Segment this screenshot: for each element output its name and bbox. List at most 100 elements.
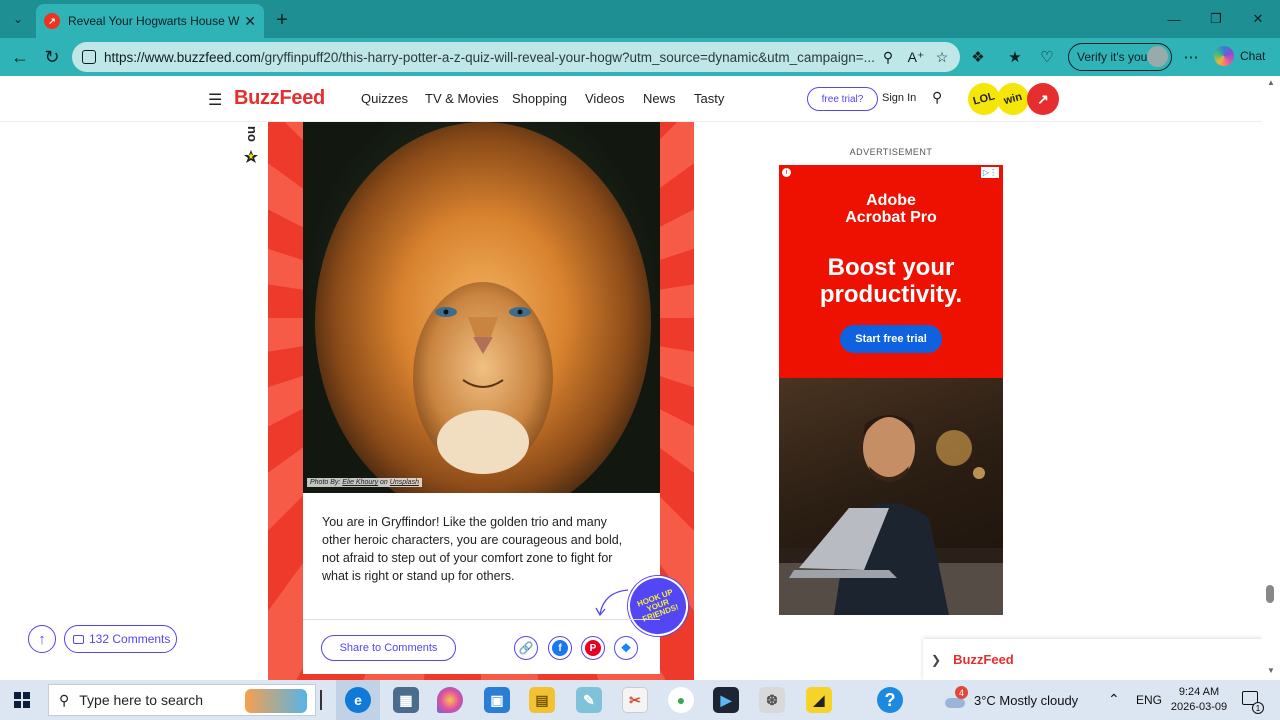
comments-button[interactable]: 132 Comments [64, 625, 177, 653]
ad-info-icon[interactable]: i [782, 168, 791, 177]
new-tab-plus-icon[interactable]: + [270, 8, 294, 32]
weather-text[interactable]: 3°C Mostly cloudy [974, 693, 1078, 708]
favorites-icon[interactable]: ★ [1003, 46, 1027, 68]
nav-quizzes[interactable]: Quizzes [361, 91, 408, 106]
tray-chevron-up-icon[interactable]: ⌃ [1108, 691, 1120, 708]
nav-videos[interactable]: Videos [585, 91, 625, 106]
profile-avatar [1147, 46, 1168, 67]
extensions-icon[interactable]: ❖ [966, 46, 990, 68]
search-placeholder: Type here to search [79, 692, 204, 708]
address-bar[interactable]: https://www.buzzfeed.com/gryffinpuff20/t… [72, 42, 960, 72]
unsplash-link[interactable]: Unsplash [390, 479, 419, 486]
browser-essentials-icon[interactable]: ♡ [1035, 46, 1059, 68]
taskbar-search-box[interactable]: ⚲ Type here to search [48, 684, 316, 716]
snipping-tool-icon[interactable]: ✂ [622, 687, 648, 713]
copilot-icon [1214, 46, 1234, 66]
weather-alert-badge: 4 [955, 686, 968, 699]
taskbar-divider [320, 690, 322, 710]
notification-count-badge: 1 [1252, 702, 1264, 714]
nav-tv-movies[interactable]: TV & Movies [425, 91, 499, 106]
clock-date: 2026-03-09 [1170, 701, 1228, 713]
ad-label: ADVERTISEMENT [849, 147, 933, 157]
tab-actions-chevron-icon[interactable]: ⌄ [6, 8, 30, 30]
adobe-ad[interactable]: i ▷⋮ Adobe Acrobat Pro Boost your producti… [779, 165, 1003, 378]
svg-text:no: no [245, 126, 260, 142]
share-to-comments-button[interactable]: Share to Comments [321, 635, 456, 661]
ad-brand: Adobe Acrobat Pro [845, 192, 937, 226]
zoom-magnifier-icon[interactable]: ⚲ [878, 48, 898, 66]
site-header: ☰ BuzzFeed Quizzes TV & Movies Shopping … [0, 76, 1262, 122]
taskbar-clock[interactable]: 9:24 AM 2026-03-09 [1168, 685, 1230, 715]
bluesky-share-icon[interactable]: ❖ [614, 636, 638, 660]
language-indicator[interactable]: ENG [1136, 693, 1162, 707]
scroll-down-arrow-icon[interactable]: ▼ [1264, 666, 1278, 675]
card-divider [303, 619, 660, 620]
windows-start-icon[interactable] [14, 692, 30, 708]
free-trial-button[interactable]: free trial? [807, 87, 878, 111]
minimize-icon[interactable]: — [1154, 6, 1194, 32]
lion-illustration [315, 122, 651, 493]
nav-tasty[interactable]: Tasty [694, 91, 724, 106]
chat-label: Chat [1240, 49, 1266, 63]
result-description: You are in Gryffindor! Like the golden t… [322, 515, 623, 583]
expand-chevron-icon[interactable]: ❯ [931, 653, 941, 667]
refresh-icon[interactable]: ↻ [38, 45, 66, 69]
nav-news[interactable]: News [643, 91, 676, 106]
site-search-icon[interactable]: ⚲ [932, 89, 942, 106]
nav-shopping[interactable]: Shopping [512, 91, 567, 106]
ad-headline: Boost your productivity. [819, 254, 963, 308]
window-close-icon[interactable]: ✕ [1238, 6, 1278, 32]
footer-buzzfeed-label: BuzzFeed [953, 652, 1014, 667]
hookup-arrow-icon [595, 589, 629, 617]
scroll-up-arrow-icon[interactable]: ▲ [1264, 78, 1278, 87]
adchoices-icon[interactable]: ▷⋮ [981, 167, 999, 178]
verify-label: Verify it's you [1077, 50, 1148, 64]
ad-photo-man-laptop[interactable] [779, 378, 1003, 615]
scroll-to-top-icon[interactable]: ↑ [28, 625, 56, 653]
notepad-app-icon[interactable]: ✎ [576, 687, 602, 713]
maximize-icon[interactable]: ❐ [1196, 6, 1236, 32]
calculator-icon[interactable]: ▦ [393, 687, 419, 713]
comment-icon [73, 634, 84, 644]
side-decoration: no [244, 126, 260, 163]
more-options-icon[interactable]: ⋯ [1179, 46, 1203, 68]
buzzfeed-footer-bar[interactable]: ❯ BuzzFeed [923, 639, 1262, 680]
help-question-icon[interactable]: ? [877, 687, 903, 713]
url-text[interactable]: https://www.buzzfeed.com/gryffinpuff20/t… [104, 50, 884, 65]
site-info-icon[interactable] [82, 50, 96, 64]
ad-photo-illustration [779, 415, 1003, 615]
copilot-chat-button[interactable]: Chat [1214, 46, 1265, 66]
active-tab[interactable]: ↗ Reveal Your Hogwarts House With ✕ [36, 4, 264, 38]
photo-credit: Photo By: Elie Khoury on Unsplash [307, 478, 422, 487]
back-arrow-icon[interactable]: ← [6, 45, 34, 69]
windows-taskbar: ⚲ Type here to search e ▦ ▣ ▤ ✎ ✂ ● ▶ ❆ … [0, 680, 1280, 720]
buzzfeed-logo[interactable]: BuzzFeed [234, 87, 325, 110]
favorite-star-icon[interactable]: ☆ [932, 48, 952, 66]
weather-cloud-icon[interactable]: 4 [943, 686, 968, 710]
media-player-icon[interactable]: ▶ [713, 687, 739, 713]
browser-tab-bar: ⌄ ↗ Reveal Your Hogwarts House With ✕ + … [0, 0, 1280, 38]
paint-app-icon[interactable] [437, 687, 463, 713]
pinterest-share-icon[interactable]: P [581, 636, 605, 660]
read-aloud-icon[interactable]: A⁺ [906, 48, 926, 66]
sticky-notes-icon[interactable]: ◢ [806, 687, 832, 713]
trending-badge-icon[interactable]: ↗ [1027, 83, 1059, 115]
paint-palette-icon[interactable]: ❆ [759, 687, 785, 713]
file-explorer-icon[interactable]: ▤ [529, 687, 555, 713]
facebook-share-icon[interactable]: f [548, 636, 572, 660]
menu-hamburger-icon[interactable]: ☰ [208, 90, 222, 110]
microsoft-store-icon[interactable]: ▣ [484, 687, 510, 713]
copy-link-icon[interactable]: 🔗 [514, 636, 538, 660]
clock-time: 9:24 AM [1178, 686, 1220, 698]
photo-author-link[interactable]: Elie Khoury [342, 479, 378, 486]
tab-close-icon[interactable]: ✕ [244, 13, 256, 30]
verify-profile-button[interactable]: Verify it's you [1068, 43, 1172, 71]
ad-start-trial-button[interactable]: Start free trial [840, 325, 942, 353]
browser-toolbar: ← ↻ https://www.buzzfeed.com/gryffinpuff… [0, 38, 1280, 76]
buzzfeed-favicon-icon: ↗ [44, 13, 60, 29]
maps-pin-icon[interactable]: ● [668, 687, 694, 713]
scrollbar-thumb[interactable] [1266, 585, 1274, 603]
sign-in-link[interactable]: Sign In [882, 92, 916, 104]
comments-count: 132 Comments [89, 632, 171, 646]
edge-browser-icon[interactable]: e [345, 687, 371, 713]
